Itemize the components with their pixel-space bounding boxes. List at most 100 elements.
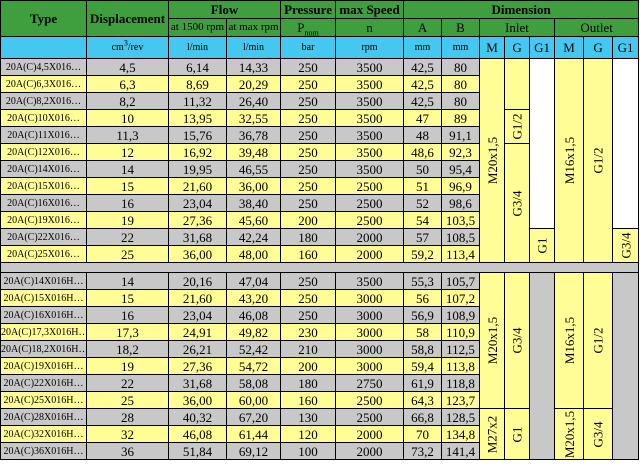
cell-type: 20A(C)36X016H… bbox=[0, 442, 87, 460]
header-inlet: Inlet bbox=[479, 18, 556, 37]
cell-flow-max: 69,12 bbox=[225, 442, 282, 460]
cell-flow-1500: 11,32 bbox=[168, 92, 227, 110]
cell-flow-1500: 27,36 bbox=[168, 211, 227, 229]
units-displacement: cm3/rev bbox=[86, 36, 169, 59]
cell-flow-max: 36,78 bbox=[225, 126, 282, 144]
cell-flow-1500: 36,00 bbox=[168, 245, 227, 263]
cell-speed: 3000 bbox=[335, 340, 405, 358]
cell-a: 42,5 bbox=[403, 92, 443, 110]
cell-pressure: 250 bbox=[280, 143, 337, 161]
cell-displacement: 14 bbox=[86, 272, 169, 290]
cell-flow-max: 20,29 bbox=[225, 75, 282, 93]
units-pressure: bar bbox=[280, 36, 337, 59]
cell-type: 20A(C)16X016… bbox=[0, 194, 87, 212]
cell-b: 103,5 bbox=[441, 211, 481, 229]
port-outlet-g1-three-quarter: G3/4 bbox=[612, 228, 640, 263]
port-inlet-g1-blank bbox=[529, 58, 556, 229]
cell-type: 20A(C)18,2X016H… bbox=[0, 340, 87, 358]
header-inlet-g1: G1 bbox=[529, 36, 556, 59]
cell-b: 92,3 bbox=[441, 143, 481, 161]
table-row: 20A(C)4,5X016… 4,5 6,14 14,33 250 3500 42,5 80 M… bbox=[0, 58, 640, 263]
units-speed: rpm bbox=[335, 36, 405, 59]
cell-flow-1500: 6,14 bbox=[168, 58, 227, 76]
port-inlet-m-group2-label: M20x1,5 bbox=[484, 316, 500, 365]
port-outlet-m-group1: M16x1,5 bbox=[554, 58, 585, 263]
cell-type: 20A(C)25X016H… bbox=[0, 391, 87, 409]
header-col-b: B bbox=[441, 18, 481, 37]
cell-type: 20A(C)14X016H… bbox=[0, 272, 87, 290]
cell-pressure: 250 bbox=[280, 58, 337, 76]
port-outlet-g-group2: G1/2 bbox=[583, 272, 614, 409]
cell-speed: 2500 bbox=[335, 177, 405, 195]
cell-pressure: 130 bbox=[280, 408, 337, 426]
cell-a: 48,6 bbox=[403, 143, 443, 161]
cell-pressure: 250 bbox=[280, 92, 337, 110]
cell-speed: 3500 bbox=[335, 75, 405, 93]
header-type: Type bbox=[0, 0, 87, 37]
separator-cell bbox=[0, 262, 640, 273]
cell-pressure: 250 bbox=[280, 177, 337, 195]
header-speed-symbol: n bbox=[335, 18, 405, 37]
cell-type: 20A(C)10X016… bbox=[0, 109, 87, 127]
cell-type: 20A(C)4,5X016… bbox=[0, 58, 87, 76]
port-outlet-g-group1-label: G1/2 bbox=[590, 147, 606, 174]
cell-displacement: 14 bbox=[86, 160, 169, 178]
units-a: mm bbox=[403, 36, 443, 59]
cell-a: 42,5 bbox=[403, 75, 443, 93]
cell-a: 73,2 bbox=[403, 442, 443, 460]
cell-flow-max: 39,48 bbox=[225, 143, 282, 161]
port-outlet-m-group2-bottom-label: M20x1,5 bbox=[561, 410, 577, 458]
port-outlet-m-group2-label: M16x1,5 bbox=[561, 316, 577, 365]
port-inlet-m-group2: M20x1,5 bbox=[479, 272, 506, 409]
cell-flow-1500: 51,84 bbox=[168, 442, 227, 460]
cell-displacement: 18,2 bbox=[86, 340, 169, 358]
cell-displacement: 6,3 bbox=[86, 75, 169, 93]
cell-pressure: 250 bbox=[280, 306, 337, 324]
cell-displacement: 15 bbox=[86, 289, 169, 307]
cell-flow-max: 46,55 bbox=[225, 160, 282, 178]
cell-pressure: 180 bbox=[280, 374, 337, 392]
header-outlet-g1: G1 bbox=[612, 36, 640, 59]
cell-type: 20A(C)32X016H… bbox=[0, 425, 87, 443]
header-col-a: A bbox=[403, 18, 443, 37]
cell-flow-1500: 19,95 bbox=[168, 160, 227, 178]
cell-displacement: 22 bbox=[86, 374, 169, 392]
cell-pressure: 250 bbox=[280, 272, 337, 290]
cell-speed: 2500 bbox=[335, 194, 405, 212]
cell-flow-1500: 36,00 bbox=[168, 391, 227, 409]
header-displacement: Displacement bbox=[86, 0, 169, 37]
cell-pressure: 250 bbox=[280, 109, 337, 127]
port-outlet-g1-blank bbox=[612, 58, 640, 229]
port-outlet-g-group2-label: G1/2 bbox=[590, 327, 606, 354]
cell-pressure: 160 bbox=[280, 391, 337, 409]
cell-displacement: 12 bbox=[86, 143, 169, 161]
cell-displacement: 15 bbox=[86, 177, 169, 195]
cell-b: 108,9 bbox=[441, 306, 481, 324]
group-separator bbox=[0, 262, 640, 273]
cell-a: 58,8 bbox=[403, 340, 443, 358]
cell-flow-max: 36,00 bbox=[225, 177, 282, 195]
port-inlet-g1-one: G1 bbox=[529, 228, 556, 263]
port-inlet-g-group2-bottom: G1 bbox=[504, 408, 531, 460]
cell-flow-1500: 27,36 bbox=[168, 357, 227, 375]
cell-pressure: 200 bbox=[280, 211, 337, 229]
cell-displacement: 17,3 bbox=[86, 323, 169, 341]
cell-pressure: 250 bbox=[280, 160, 337, 178]
cell-flow-max: 48,00 bbox=[225, 245, 282, 263]
cell-type: 20A(C)11X016… bbox=[0, 126, 87, 144]
port-inlet-g-half-label: G1/2 bbox=[509, 113, 525, 140]
cell-speed: 3500 bbox=[335, 272, 405, 290]
cell-speed: 2500 bbox=[335, 408, 405, 426]
cell-a: 61,9 bbox=[403, 374, 443, 392]
cell-flow-max: 54,72 bbox=[225, 357, 282, 375]
cell-speed: 2000 bbox=[335, 442, 405, 460]
cell-pressure: 160 bbox=[280, 245, 337, 263]
cell-flow-max: 42,24 bbox=[225, 228, 282, 246]
cell-a: 56,9 bbox=[403, 306, 443, 324]
port-outlet-g1-three-quarter-label: G3/4 bbox=[618, 232, 634, 259]
cell-speed: 2000 bbox=[335, 228, 405, 246]
cell-pressure: 180 bbox=[280, 228, 337, 246]
header-pressure-symbol: Pnom bbox=[280, 18, 337, 37]
cell-displacement: 22 bbox=[86, 228, 169, 246]
cell-speed: 2750 bbox=[335, 374, 405, 392]
